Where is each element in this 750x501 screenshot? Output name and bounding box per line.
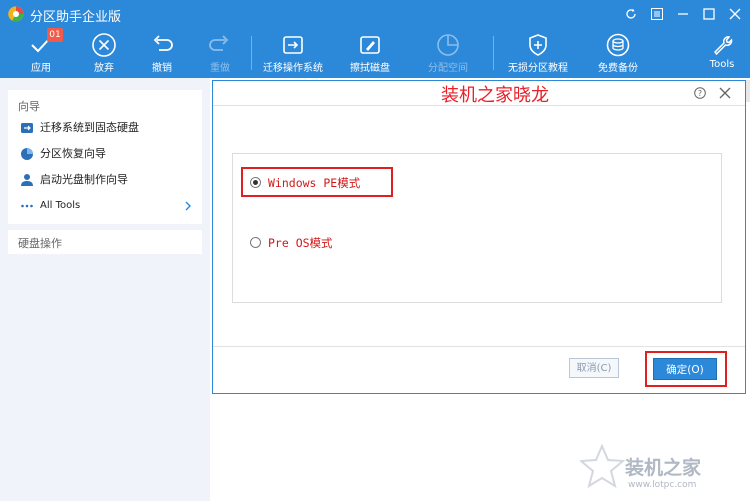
close-button[interactable] — [724, 3, 746, 25]
pre-os-label[interactable]: Pre OS模式 — [268, 235, 333, 251]
ok-button[interactable]: 确定(O) — [653, 358, 717, 380]
cancel-circle-icon — [92, 33, 116, 57]
windows-pe-radio[interactable] — [250, 177, 261, 188]
database-backup-icon — [606, 33, 630, 57]
wrench-icon — [714, 36, 733, 56]
redo-button[interactable]: 重做 — [201, 28, 239, 78]
dialog-close-button[interactable] — [716, 84, 734, 102]
migrate-disk-icon — [283, 36, 303, 54]
more-dots-icon — [21, 204, 33, 208]
tools-button[interactable]: Tools — [704, 28, 740, 78]
window-title: 分区助手企业版 — [30, 10, 122, 25]
minimize-icon — [678, 13, 688, 15]
mode-options-box: Windows PE模式 Pre OS模式 — [232, 153, 722, 303]
lossless-tutorial-label: 无损分区教程 — [508, 63, 568, 74]
tools-label: Tools — [709, 59, 735, 70]
pre-os-radio[interactable] — [250, 237, 261, 248]
boot-mode-dialog: 装机之家晓龙 ? Windows PE模式 Pre OS模式 取消(C) 确定(… — [212, 80, 746, 394]
app-logo-icon — [8, 6, 24, 22]
wizard-panel-title: 向导 — [18, 100, 40, 113]
allocate-space-label: 分配空间 — [428, 63, 468, 74]
dialog-footer-divider — [213, 346, 745, 347]
boot-disc-user-icon — [21, 174, 33, 186]
apply-button[interactable]: 01 应用 — [22, 28, 63, 78]
site-watermark: 装机之家 — [625, 457, 702, 479]
sidebar-item-boot-disc[interactable]: 启动光盘制作向导 — [20, 170, 195, 190]
apply-label: 应用 — [31, 63, 51, 74]
minimize-button[interactable] — [672, 3, 694, 25]
disk-migrate-icon — [21, 123, 33, 133]
toolbar: 01 应用 放弃 撤销 重做 迁移操作系统 擦拭磁盘 分配空间 无损分区教程 免… — [0, 28, 750, 78]
menu-button[interactable] — [646, 3, 668, 25]
sidebar-item-label: 启动光盘制作向导 — [40, 173, 128, 186]
close-icon — [729, 8, 741, 20]
allocate-space-button[interactable]: 分配空间 — [420, 28, 476, 78]
help-icon: ? — [694, 87, 706, 99]
undo-icon — [153, 35, 173, 51]
migrate-os-label: 迁移操作系统 — [263, 63, 323, 74]
shield-plus-icon — [529, 34, 547, 56]
dialog-header: 装机之家晓龙 ? — [213, 81, 745, 106]
sidebar-item-label: All Tools — [40, 200, 81, 211]
discard-label: 放弃 — [94, 63, 114, 74]
site-url-watermark: www.lotpc.com — [628, 480, 697, 490]
refresh-button[interactable] — [620, 3, 642, 25]
undo-button[interactable]: 撤销 — [143, 28, 181, 78]
undo-label: 撤销 — [152, 63, 172, 74]
discard-button[interactable]: 放弃 — [85, 28, 123, 78]
toolbar-divider — [493, 36, 494, 70]
sidebar-item-partition-recovery[interactable]: 分区恢复向导 — [20, 144, 195, 164]
author-watermark: 装机之家晓龙 — [441, 85, 549, 106]
sidebar-item-all-tools[interactable]: All Tools — [20, 196, 195, 216]
redo-label: 重做 — [210, 63, 230, 74]
maximize-icon — [703, 8, 715, 20]
help-button[interactable]: ? — [691, 84, 709, 102]
menu-icon — [651, 8, 663, 20]
lossless-tutorial-button[interactable]: 无损分区教程 — [502, 28, 574, 78]
wizard-panel: 向导 迁移系统到固态硬盘 分区恢复向导 启动光盘制作向导 All Tools — [8, 90, 202, 224]
sidebar-item-label: 分区恢复向导 — [40, 147, 106, 160]
sidebar-item-label: 迁移系统到固态硬盘 — [40, 121, 139, 134]
pie-chart-icon — [437, 34, 459, 56]
cancel-button[interactable]: 取消(C) — [569, 358, 619, 378]
disk-ops-panel-title: 硬盘操作 — [18, 237, 62, 250]
toolbar-divider — [251, 36, 252, 70]
refresh-icon — [626, 8, 636, 19]
wipe-disk-label: 擦拭磁盘 — [350, 63, 390, 74]
migrate-os-button[interactable]: 迁移操作系统 — [258, 28, 328, 78]
redo-icon — [209, 35, 229, 51]
sidebar: 向导 迁移系统到固态硬盘 分区恢复向导 启动光盘制作向导 All Tools 硬… — [0, 78, 210, 501]
title-bar: 分区助手企业版 — [0, 0, 750, 28]
pending-count-badge: 01 — [47, 28, 63, 42]
disk-ops-panel: 硬盘操作 — [8, 230, 202, 254]
recovery-pie-icon — [21, 148, 33, 160]
close-icon — [719, 87, 731, 99]
free-backup-label: 免费备份 — [598, 63, 638, 74]
wipe-disk-icon — [360, 36, 380, 54]
maximize-button[interactable] — [698, 3, 720, 25]
sidebar-item-migrate-ssd[interactable]: 迁移系统到固态硬盘 — [20, 118, 195, 138]
chevron-right-icon — [185, 201, 191, 211]
free-backup-button[interactable]: 免费备份 — [590, 28, 646, 78]
wipe-disk-button[interactable]: 擦拭磁盘 — [342, 28, 398, 78]
svg-text:?: ? — [698, 89, 702, 98]
windows-pe-label[interactable]: Windows PE模式 — [268, 175, 360, 191]
